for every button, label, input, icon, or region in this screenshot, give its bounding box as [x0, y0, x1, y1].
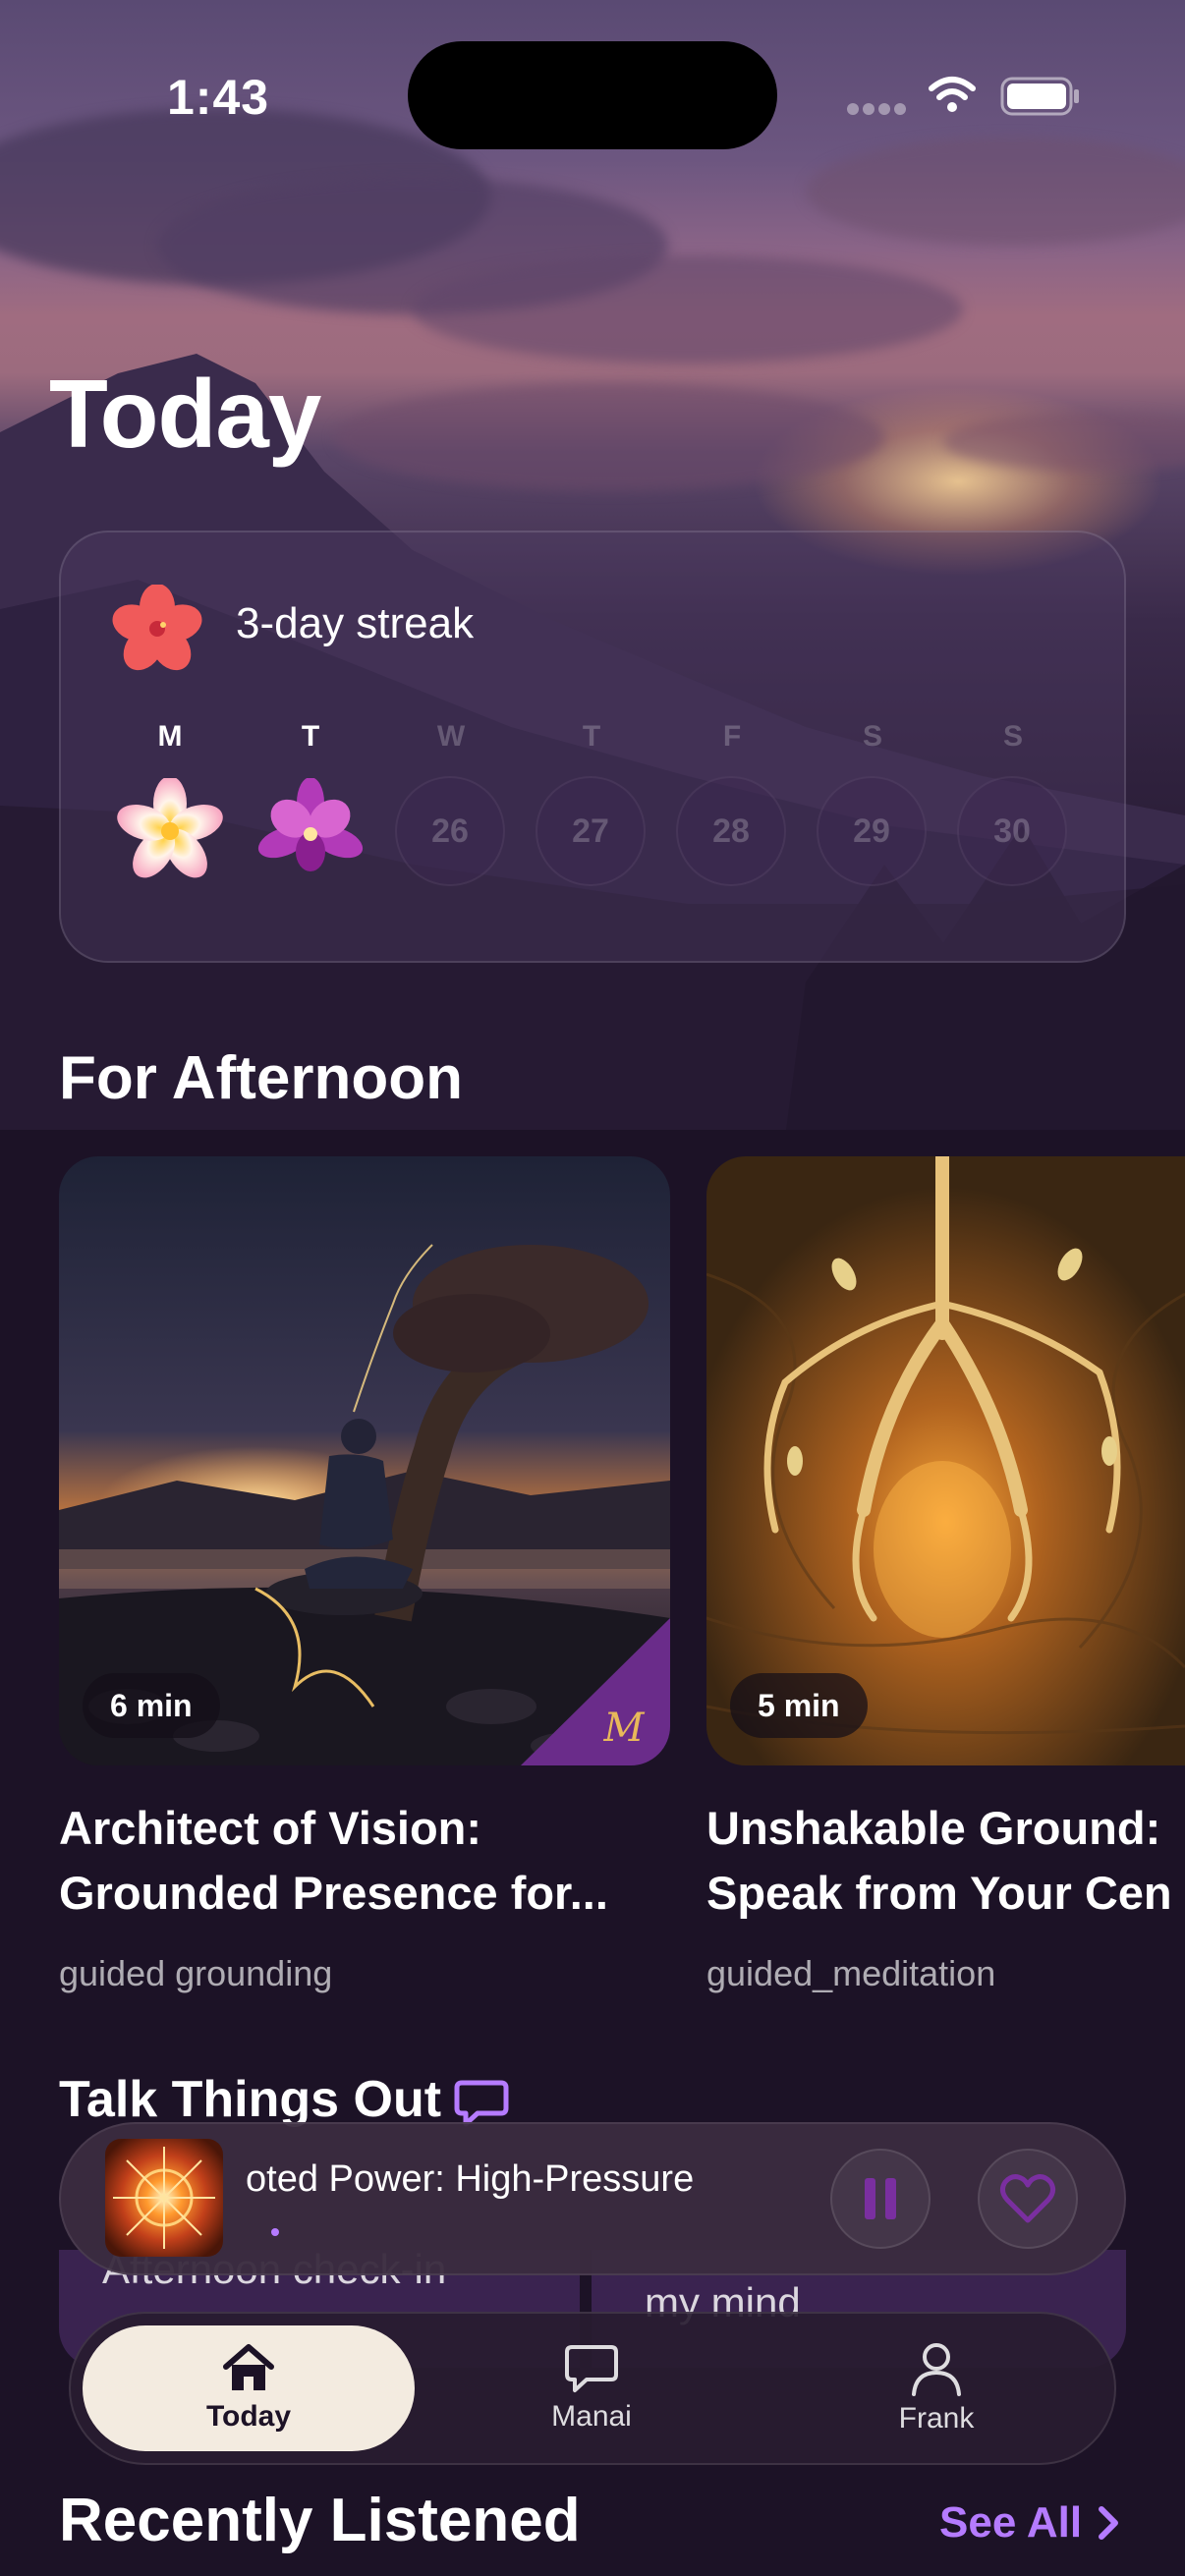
streak-label: 3-day streak: [236, 599, 475, 647]
tab-today[interactable]: Today: [83, 2325, 415, 2451]
duration-pill: 5 min: [730, 1673, 868, 1738]
hibiscus-icon: [110, 584, 204, 678]
see-all-label: See All: [939, 2498, 1083, 2547]
status-time: 1:43: [167, 70, 270, 125]
day-letter-wed: W: [436, 720, 466, 753]
chevron-right-icon: [1099, 2506, 1119, 2540]
day-letter-thu: T: [582, 720, 601, 753]
see-all-link[interactable]: See All: [939, 2498, 1123, 2548]
day-letter-mon: M: [157, 720, 183, 753]
tab-today-label: Today: [205, 2400, 292, 2433]
pause-button[interactable]: [830, 2149, 931, 2249]
day-circle-fri: 28: [676, 776, 786, 886]
now-playing-title: oted Power: High-Pressure: [246, 2158, 695, 2200]
session-card-category: guided_meditation: [706, 1953, 996, 1993]
now-playing-artwork[interactable]: [105, 2139, 223, 2257]
pause-icon: [865, 2178, 896, 2219]
page-title: Today: [49, 360, 321, 468]
session-card-title-line1[interactable]: Architect of Vision:: [59, 1796, 668, 1861]
session-card-title-line2[interactable]: Speak from Your Cen: [706, 1861, 1185, 1926]
person-icon: [912, 2343, 961, 2396]
day-letter-sun: S: [1002, 720, 1023, 753]
plumeria-icon: [115, 776, 225, 889]
tab-manai[interactable]: Manai: [425, 2325, 758, 2451]
session-card-category: guided grounding: [59, 1953, 333, 1993]
publisher-badge-m: M: [603, 1706, 646, 1751]
favorite-button[interactable]: [978, 2149, 1078, 2249]
wifi-icon: [928, 75, 977, 119]
section-title-recently-listened: Recently Listened: [59, 2487, 581, 2554]
tab-manai-label: Manai: [551, 2400, 632, 2433]
duration-pill: 6 min: [83, 1673, 220, 1738]
day-circle-sat: 29: [817, 776, 927, 886]
day-letter-sat: S: [862, 720, 882, 753]
home-icon: [223, 2344, 274, 2390]
day-circle-sun: 30: [957, 776, 1067, 886]
day-circle-thu: 27: [536, 776, 646, 886]
section-title-talk-things-out: Talk Things Out: [59, 2071, 442, 2128]
dynamic-island: [408, 41, 777, 149]
chat-bubble-icon: [565, 2345, 618, 2392]
day-letter-tue: T: [301, 720, 320, 753]
cellular-signal-icon: [847, 102, 908, 121]
tab-frank[interactable]: Frank: [770, 2325, 1102, 2451]
day-circle-wed: 26: [395, 776, 505, 886]
playback-progress: [271, 2228, 279, 2236]
heart-icon: [999, 2174, 1056, 2223]
section-title-for-afternoon: For Afternoon: [59, 1044, 463, 1112]
tab-frank-label: Frank: [898, 2402, 975, 2435]
orchid-icon: [255, 777, 366, 891]
day-letter-fri: F: [722, 720, 742, 753]
battery-icon: [1000, 77, 1081, 121]
session-card-title-line2[interactable]: Grounded Presence for...: [59, 1861, 668, 1926]
session-card-title-line1[interactable]: Unshakable Ground:: [706, 1796, 1185, 1861]
